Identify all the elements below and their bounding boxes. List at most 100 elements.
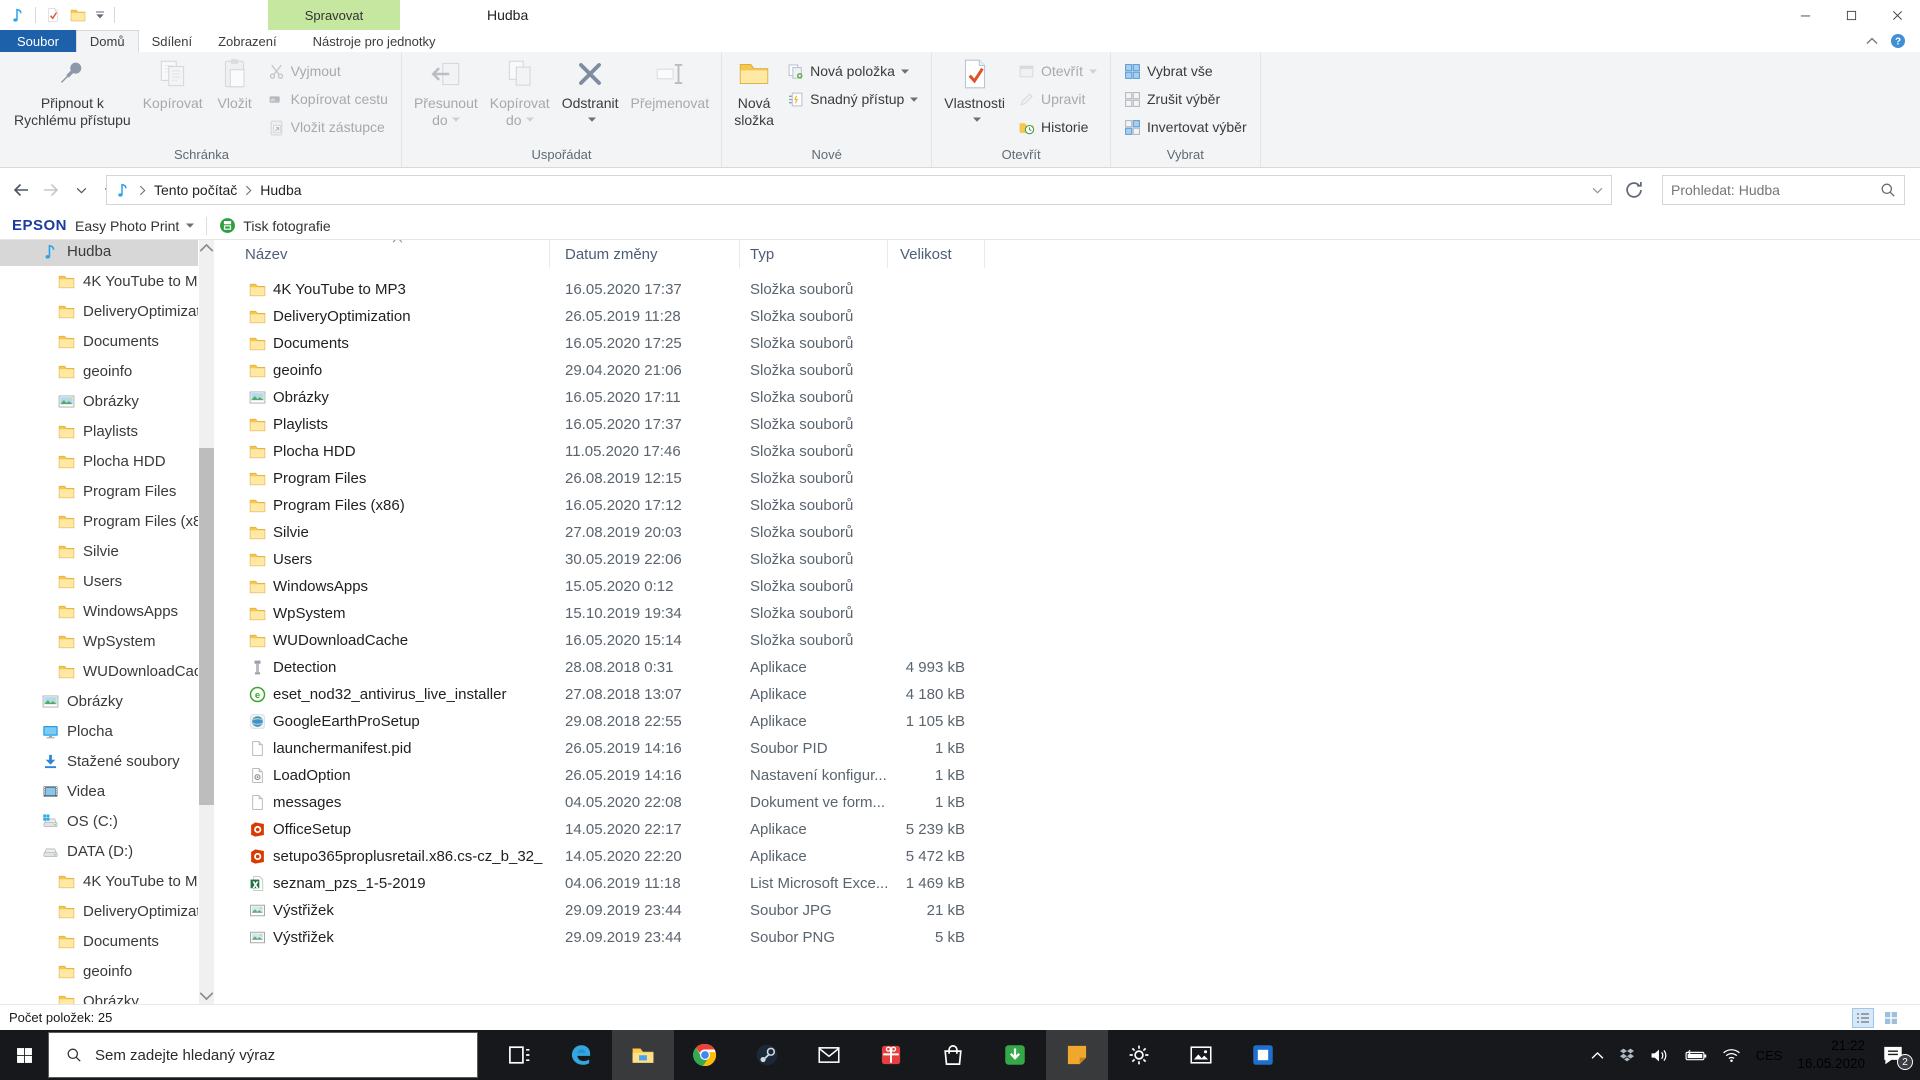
sidebar-item-users[interactable]: Users (0, 566, 198, 596)
sidebar-item-obrazky[interactable]: Obrázky (0, 686, 198, 716)
details-view-button[interactable] (1852, 1008, 1874, 1028)
file-row-vystrizek[interactable]: Výstřižek 29.09.2019 23:44 Soubor JPG 21 kB (216, 897, 1920, 924)
snadny-pristup-button[interactable]: Snadný přístup (780, 85, 925, 113)
sidebar-item-obrazky[interactable]: Obrázky (0, 386, 198, 416)
vlozit-button[interactable]: Vložit (209, 55, 261, 145)
taskbar-app-explorer[interactable] (612, 1030, 674, 1080)
tab-file[interactable]: Soubor (0, 30, 76, 52)
sidebar-item-program-files[interactable]: Program Files (0, 476, 198, 506)
tab-view[interactable]: Zobrazení (205, 30, 290, 52)
sidebar-item-wpsystem[interactable]: WpSystem (0, 626, 198, 656)
sidebar-item-documents[interactable]: Documents (0, 926, 198, 956)
kopirovat-do-button[interactable]: Kopírovat do (484, 55, 556, 145)
hidden-icons-button[interactable] (1591, 1051, 1604, 1060)
sidebar-item-4k-youtube-to-mp3[interactable]: 4K YouTube to MP3 (0, 266, 198, 296)
historie-button[interactable]: Historie (1011, 113, 1104, 141)
tab-share[interactable]: Sdílení (139, 30, 205, 52)
file-row-4k-youtube-to-mp3[interactable]: 4K YouTube to MP3 16.05.2020 17:37 Složka … (216, 276, 1920, 303)
taskbar-app-photos[interactable] (1170, 1030, 1232, 1080)
language-indicator[interactable]: CES (1756, 1048, 1783, 1063)
nova-polozka-button[interactable]: Nová položka (780, 57, 925, 85)
volume-icon[interactable] (1650, 1048, 1669, 1063)
otevrit-button[interactable]: Otevřít (1011, 57, 1104, 85)
column-header-name[interactable]: Název (216, 240, 550, 268)
file-row-messages[interactable]: messages 04.05.2020 22:08 Dokument ve form… (216, 789, 1920, 816)
taskbar-app-settings-gear[interactable] (1108, 1030, 1170, 1080)
tab-drive-tools[interactable]: Nástroje pro jednotky (300, 30, 449, 52)
file-row-silvie[interactable]: Silvie 27.08.2019 20:03 Složka souborů (216, 519, 1920, 546)
sidebar-item-plocha[interactable]: Plocha (0, 716, 198, 746)
file-row-setupo365proplusretail-x86-cs-cz-b-32[interactable]: setupo365proplusretail.x86.cs-cz_b_32_ 14… (216, 843, 1920, 870)
presunout-do-button[interactable]: Přesunout do (408, 55, 484, 145)
taskbar-app-bag[interactable] (922, 1030, 984, 1080)
file-row-plocha-hdd[interactable]: Plocha HDD 11.05.2020 17:46 Složka souborů (216, 438, 1920, 465)
epson-tool-button[interactable]: Easy Photo Print (75, 218, 195, 234)
forward-button[interactable] (38, 177, 64, 203)
scrollbar-thumb[interactable] (199, 448, 214, 805)
sidebar-item-program-files-x86[interactable]: Program Files (x86) (0, 506, 198, 536)
wifi-icon[interactable] (1722, 1048, 1741, 1063)
taskbar-app-mail[interactable] (798, 1030, 860, 1080)
file-row-wpsystem[interactable]: WpSystem 15.10.2019 19:34 Složka souborů (216, 600, 1920, 627)
file-row-officesetup[interactable]: OfficeSetup 14.05.2020 22:17 Aplikace 5 239… (216, 816, 1920, 843)
file-row-program-files-x86[interactable]: Program Files (x86) 16.05.2020 17:12 Složk… (216, 492, 1920, 519)
file-row-deliveryoptimization[interactable]: DeliveryOptimization 26.05.2019 11:28 Slož… (216, 303, 1920, 330)
breadcrumb-this-pc[interactable]: Tento počítač (154, 182, 237, 198)
zrusit-vyber-button[interactable]: Zrušit výběr (1117, 85, 1254, 113)
file-row-googleearthprosetup[interactable]: GoogleEarthProSetup 29.08.2018 22:55 Aplik… (216, 708, 1920, 735)
invertovat-vyber-button[interactable]: Invertovat výběr (1117, 113, 1254, 141)
taskbar-app-chrome[interactable] (674, 1030, 736, 1080)
scroll-down-icon[interactable] (199, 988, 214, 1004)
notifications-button[interactable]: 2 (1880, 1044, 1913, 1070)
taskbar-search-input[interactable]: Sem zadejte hledaný výraz (48, 1032, 478, 1078)
file-row-program-files[interactable]: Program Files 26.08.2019 12:15 Složka soub… (216, 465, 1920, 492)
file-row-detection[interactable]: Detection 28.08.2018 0:31 Aplikace 4 993 kB (216, 654, 1920, 681)
pripnout-k-rychlemu-pristupu-button[interactable]: Připnout k Rychlému přístupu (8, 55, 137, 145)
sidebar-item-hudba[interactable]: Hudba (0, 240, 198, 266)
search-input[interactable]: Prohledat: Hudba (1662, 175, 1905, 205)
file-row-seznam-pzs-1-5-2019[interactable]: seznam_pzs_1-5-2019 04.06.2019 11:18 List … (216, 870, 1920, 897)
file-row-users[interactable]: Users 30.05.2019 22:06 Složka souborů (216, 546, 1920, 573)
sidebar-item-stazene-soubory[interactable]: Stažené soubory (0, 746, 198, 776)
file-row-geoinfo[interactable]: geoinfo 29.04.2020 21:06 Složka souborů (216, 357, 1920, 384)
sidebar-item-playlists[interactable]: Playlists (0, 416, 198, 446)
sidebar-item-4k-youtube-to-mp3[interactable]: 4K YouTube to MP3 (0, 866, 198, 896)
file-row-windowsapps[interactable]: WindowsApps 15.05.2020 0:12 Složka souborů (216, 573, 1920, 600)
file-row-vystrizek[interactable]: Výstřižek 29.09.2019 23:44 Soubor PNG 5 kB (216, 924, 1920, 951)
file-row-obrazky[interactable]: Obrázky 16.05.2020 17:11 Složka souborů (216, 384, 1920, 411)
maximize-button[interactable] (1828, 0, 1874, 30)
column-header-type[interactable]: Typ (740, 240, 888, 268)
file-row-loadoption[interactable]: LoadOption 26.05.2019 14:16 Nastavení konf… (216, 762, 1920, 789)
dropbox-icon[interactable] (1619, 1047, 1635, 1063)
qat-properties-button[interactable] (45, 7, 61, 23)
minimize-ribbon-button[interactable] (1866, 37, 1878, 45)
sidebar-item-videa[interactable]: Videa (0, 776, 198, 806)
thumbnails-view-button[interactable] (1880, 1008, 1902, 1028)
taskbar-app-installer-green[interactable] (984, 1030, 1046, 1080)
taskbar-app-notes[interactable] (1046, 1030, 1108, 1080)
taskbar-app-task-view[interactable] (488, 1030, 550, 1080)
sidebar-item-windowsapps[interactable]: WindowsApps (0, 596, 198, 626)
refresh-button[interactable] (1624, 180, 1644, 200)
clock[interactable]: 21:22 16.05.2020 (1797, 1037, 1865, 1073)
print-photo-button[interactable]: Tisk fotografie (219, 217, 331, 234)
file-row-eset-nod32-antivirus-live-installer[interactable]: e eset_nod32_antivirus_live_installer 27.0… (216, 681, 1920, 708)
back-button[interactable] (8, 177, 34, 203)
help-button[interactable]: ? (1890, 33, 1906, 49)
vlozit-zastupce-button[interactable]: Vložit zástupce (261, 113, 395, 141)
address-dropdown-icon[interactable] (1592, 187, 1603, 194)
upravit-button[interactable]: Upravit (1011, 85, 1104, 113)
sidebar-item-geoinfo[interactable]: geoinfo (0, 956, 198, 986)
sidebar-item-silvie[interactable]: Silvie (0, 536, 198, 566)
taskbar-app-edge[interactable] (550, 1030, 612, 1080)
minimize-button[interactable] (1782, 0, 1828, 30)
sidebar-item-deliveryoptimization[interactable]: DeliveryOptimization (0, 896, 198, 926)
vybrat-vse-button[interactable]: Vybrat vše (1117, 57, 1254, 85)
sidebar-item-plocha-hdd[interactable]: Plocha HDD (0, 446, 198, 476)
sidebar-item-geoinfo[interactable]: geoinfo (0, 356, 198, 386)
vlastnosti-button[interactable]: Vlastnosti (938, 55, 1011, 145)
column-header-date[interactable]: Datum změny (550, 240, 740, 268)
column-header-size[interactable]: Velikost (888, 240, 985, 268)
qat-new-folder-button[interactable] (70, 7, 86, 23)
recent-locations-button[interactable] (68, 177, 94, 203)
